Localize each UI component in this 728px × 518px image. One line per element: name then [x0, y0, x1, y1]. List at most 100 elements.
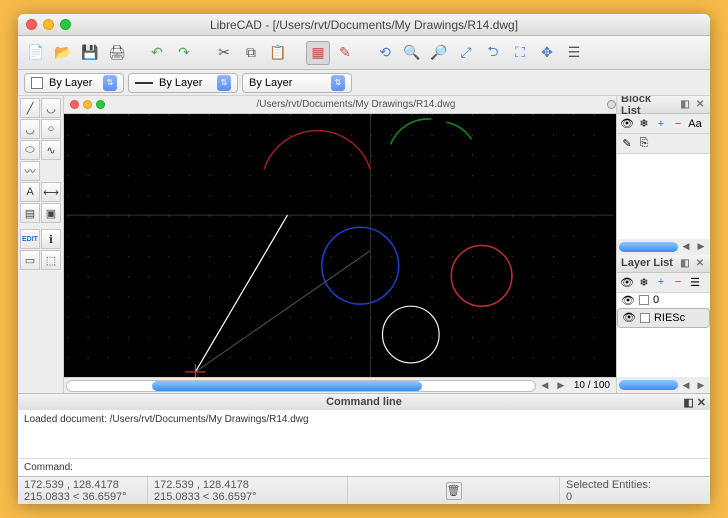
redo-button[interactable]: ↷ — [172, 41, 196, 65]
command-line-header: Command line ◧ ✕ — [18, 394, 710, 410]
grid-toggle-button[interactable]: ▦ — [306, 41, 330, 65]
layer-undock-button[interactable]: ◧ — [679, 257, 691, 269]
linetype-select[interactable]: By Layer ⇅ — [242, 73, 352, 93]
layer-row-0[interactable]: 👁 0 — [617, 293, 710, 308]
command-output: Loaded document: /Users/rvt/Documents/My… — [18, 410, 710, 458]
layer-row-1[interactable]: 👁 RIESc — [617, 308, 710, 328]
info-tool-button[interactable]: ℹ — [41, 229, 61, 249]
block-close-button[interactable]: ✕ — [694, 99, 706, 111]
image-tool-button[interactable]: ▣ — [41, 203, 61, 223]
zoom-out-button[interactable]: 🔎 — [427, 41, 451, 65]
close-window-button[interactable] — [26, 19, 37, 30]
doc-min-button[interactable] — [83, 100, 92, 109]
eye-icon: 👁 — [622, 311, 636, 324]
block-scroll-left[interactable]: ◀ — [679, 240, 693, 254]
open-file-button[interactable]: 📂 — [51, 41, 75, 65]
save-file-button[interactable]: 💾 — [78, 41, 102, 65]
circle-tool-button[interactable]: ○ — [41, 119, 61, 139]
block-tool-button[interactable]: ▭ — [20, 250, 40, 270]
selected-label: Selected Entities: — [566, 479, 704, 491]
hatch-tool-button[interactable]: ▤ — [20, 203, 40, 223]
status-rel2: 215.0833 < 36.6597° — [154, 491, 341, 503]
block-list-toolbar: 👁 ❄ + − Aa — [617, 114, 710, 134]
doc-max-button[interactable] — [96, 100, 105, 109]
block-insert-button[interactable]: ⎘ — [637, 137, 651, 151]
layer-scroll-right[interactable]: ▶ — [694, 378, 708, 392]
zoom-prev-button[interactable]: ⮌ — [481, 41, 505, 65]
block-hidden-icon[interactable]: ❄ — [637, 117, 651, 131]
command-prompt-label: Command: — [24, 462, 73, 473]
modify-tool-button[interactable]: EDIT — [20, 229, 40, 249]
arc-tool-button[interactable]: ◡ — [20, 119, 40, 139]
layer-hideall-button[interactable]: ❄ — [637, 275, 651, 289]
block-list-body[interactable] — [617, 154, 710, 239]
layer-name: RIESc — [654, 312, 685, 324]
document-area: /Users/rvt/Documents/My Drawings/R14.dwg — [64, 96, 616, 393]
layer-edit-button[interactable]: ☰ — [688, 275, 702, 289]
draft-button[interactable]: ✎ — [333, 41, 357, 65]
zoom-in-button[interactable]: 🔍 — [400, 41, 424, 65]
layer-name: 0 — [653, 294, 659, 306]
titlebar: LibreCAD - [/Users/rvt/Documents/My Draw… — [18, 14, 710, 36]
line-tool-button[interactable]: ╱ — [20, 98, 40, 118]
block-scroll-thumb[interactable] — [619, 242, 678, 252]
scroll-left-button[interactable]: ◀ — [538, 379, 552, 393]
copy-button[interactable]: ⧉ — [239, 41, 263, 65]
window-title: LibreCAD - [/Users/rvt/Documents/My Draw… — [18, 18, 710, 32]
zoom-pan-button[interactable]: ✥ — [535, 41, 559, 65]
block-visible-icon[interactable]: 👁 — [620, 117, 634, 131]
zoom-redraw-button[interactable]: ⟲ — [373, 41, 397, 65]
layer-close-button[interactable]: ✕ — [694, 257, 706, 269]
layer-remove-button[interactable]: − — [671, 275, 685, 289]
text-tool-button[interactable]: A — [20, 182, 40, 202]
zoom-indicator: 10 / 100 — [570, 380, 614, 391]
drawing-canvas[interactable] — [64, 114, 616, 377]
status-coords-1: 172.539 , 128.4178 215.0833 < 36.6597° — [18, 477, 148, 504]
minimize-window-button[interactable] — [43, 19, 54, 30]
layer-list-body[interactable]: 👁 0 👁 RIESc — [617, 293, 710, 378]
print-button[interactable]: 🖨 — [105, 41, 129, 65]
zoom-auto-button[interactable]: ⤢ — [454, 41, 478, 65]
left-tool-palette: ╱◡ ◡○ ⬭∿ 〰 A⟷ ▤▣ EDITℹ ▭⬚ — [18, 96, 64, 393]
block-scroll-right[interactable]: ▶ — [694, 240, 708, 254]
cmd-undock-button[interactable]: ◧ — [683, 396, 693, 409]
color-label: By Layer — [49, 77, 92, 89]
layer-scroll-left[interactable]: ◀ — [679, 378, 693, 392]
block-edit-button[interactable]: ✎ — [620, 137, 634, 151]
hscroll-thumb[interactable] — [152, 381, 422, 391]
select-tool-button[interactable]: ⬚ — [41, 250, 61, 270]
polyline-tool-button[interactable]: ◡ — [41, 98, 61, 118]
paste-button[interactable]: 📋 — [266, 41, 290, 65]
ellipse-tool-button[interactable]: ⬭ — [20, 140, 40, 160]
dimension-tool-button[interactable]: ⟷ — [41, 182, 61, 202]
color-select[interactable]: By Layer ⇅ — [24, 73, 124, 93]
block-remove-button[interactable]: − — [671, 117, 685, 131]
cut-button[interactable]: ✂ — [212, 41, 236, 65]
undo-button[interactable]: ↶ — [145, 41, 169, 65]
zoom-window-button[interactable] — [60, 19, 71, 30]
doc-close-button[interactable] — [70, 100, 79, 109]
layer-add-button[interactable]: + — [654, 275, 668, 289]
document-tab-bar: /Users/rvt/Documents/My Drawings/R14.dwg — [64, 96, 616, 114]
block-undock-button[interactable]: ◧ — [679, 99, 691, 111]
status-abs1: 172.539 , 128.4178 — [24, 479, 141, 491]
lineweight-label: By Layer — [159, 77, 202, 89]
layer-scroll-thumb[interactable] — [619, 380, 678, 390]
status-abs2: 172.539 , 128.4178 — [154, 479, 341, 491]
hscroll-track[interactable] — [66, 380, 536, 392]
trash-icon[interactable]: 🗑 — [446, 482, 462, 500]
layers-button[interactable]: ☰ — [562, 41, 586, 65]
spline-tool-button[interactable]: ∿ — [41, 140, 61, 160]
block-rename-button[interactable]: Aa — [688, 117, 702, 131]
block-add-button[interactable]: + — [654, 117, 668, 131]
layer-showall-button[interactable]: 👁 — [620, 275, 634, 289]
eye-icon: 👁 — [621, 294, 635, 307]
polyline2-tool-button[interactable]: 〰 — [20, 161, 40, 181]
lineweight-select[interactable]: By Layer ⇅ — [128, 73, 238, 93]
scroll-right-button[interactable]: ▶ — [554, 379, 568, 393]
zoom-window-button-tb[interactable]: ⛶ — [508, 41, 532, 65]
status-rel1: 215.0833 < 36.6597° — [24, 491, 141, 503]
linetype-label: By Layer — [249, 77, 292, 89]
cmd-close-button[interactable]: ✕ — [697, 396, 706, 409]
new-file-button[interactable]: 📄 — [24, 41, 48, 65]
